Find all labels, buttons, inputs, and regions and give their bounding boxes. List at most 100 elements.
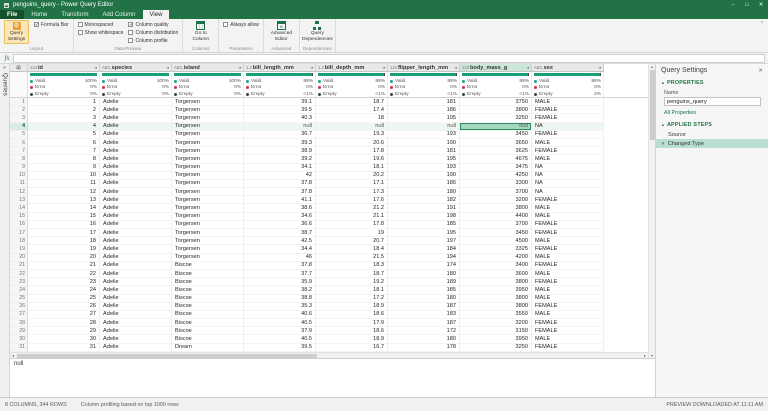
cell-sex[interactable]: MALE — [532, 155, 604, 163]
cell-bill-length-mm[interactable]: 38.8 — [244, 295, 316, 303]
cell-bill-length-mm[interactable]: 39.5 — [244, 106, 316, 114]
filter-dropdown-icon[interactable]: ▾ — [527, 65, 529, 70]
cell-id[interactable]: 19 — [28, 245, 100, 253]
cell-flipper-length-mm[interactable]: 180 — [388, 295, 460, 303]
cell-body-mass-g[interactable]: 3475 — [460, 164, 532, 172]
status-profiling[interactable]: Column profiling based on top 1000 rows — [81, 402, 179, 408]
filter-dropdown-icon[interactable]: ▾ — [383, 65, 385, 70]
cell-id[interactable]: 10 — [28, 172, 100, 180]
row-number[interactable]: 7 — [10, 147, 28, 155]
cell-bill-depth-mm[interactable]: 18.4 — [316, 245, 388, 253]
cell-flipper-length-mm[interactable]: 186 — [388, 180, 460, 188]
tab-home[interactable]: Home — [24, 10, 54, 19]
row-number[interactable]: 9 — [10, 164, 28, 172]
cell-bill-length-mm[interactable]: 41.1 — [244, 196, 316, 204]
cell-flipper-length-mm[interactable]: 181 — [388, 147, 460, 155]
cell-species[interactable]: Adelie — [100, 106, 172, 114]
cell-species[interactable]: Adelie — [100, 229, 172, 237]
row-number[interactable]: 15 — [10, 213, 28, 221]
filter-dropdown-icon[interactable]: ▾ — [167, 65, 169, 70]
cell-id[interactable]: 2 — [28, 106, 100, 114]
cell-bill-depth-mm[interactable]: 18.9 — [316, 335, 388, 343]
cell-sex[interactable]: FEMALE — [532, 106, 604, 114]
cell-species[interactable]: Adelie — [100, 114, 172, 122]
cell-island[interactable]: Torgersen — [172, 139, 244, 147]
cell-bill-depth-mm[interactable]: 18.1 — [316, 164, 388, 172]
cell-bill-depth-mm[interactable]: 18 — [316, 114, 388, 122]
cell-species[interactable]: Adelie — [100, 311, 172, 319]
cell-bill-depth-mm[interactable]: 20.2 — [316, 172, 388, 180]
cell-body-mass-g[interactable]: 3650 — [460, 139, 532, 147]
row-number[interactable]: 25 — [10, 295, 28, 303]
row-number[interactable]: 8 — [10, 155, 28, 163]
cell-bill-length-mm[interactable]: null — [244, 123, 316, 131]
cell-body-mass-g[interactable]: 3450 — [460, 229, 532, 237]
cell-species[interactable]: Adelie — [100, 262, 172, 270]
cell-body-mass-g[interactable]: 3950 — [460, 335, 532, 343]
cell-id[interactable]: 24 — [28, 286, 100, 294]
cell-flipper-length-mm[interactable]: 183 — [388, 311, 460, 319]
tab-transform[interactable]: Transform — [54, 10, 95, 19]
cell-body-mass-g[interactable]: 3800 — [460, 303, 532, 311]
cell-bill-depth-mm[interactable]: 17.9 — [316, 319, 388, 327]
cell-sex[interactable]: FEMALE — [532, 303, 604, 311]
column-header-bill-depth-mm[interactable]: 1.2bill_depth_mm▾ — [316, 64, 388, 72]
column-header-flipper-length-mm[interactable]: 123flipper_length_mm▾ — [388, 64, 460, 72]
cell-island[interactable]: Torgersen — [172, 172, 244, 180]
row-number[interactable]: 5 — [10, 131, 28, 139]
cell-sex[interactable]: FEMALE — [532, 229, 604, 237]
cell-island[interactable]: Torgersen — [172, 245, 244, 253]
row-number[interactable]: 1 — [10, 98, 28, 106]
row-number[interactable]: 19 — [10, 245, 28, 253]
cell-bill-depth-mm[interactable]: 17.4 — [316, 106, 388, 114]
cell-island[interactable]: Biscoe — [172, 262, 244, 270]
cell-id[interactable]: 7 — [28, 147, 100, 155]
cell-bill-length-mm[interactable]: 42 — [244, 172, 316, 180]
cell-id[interactable]: 14 — [28, 204, 100, 212]
cell-island[interactable]: Biscoe — [172, 286, 244, 294]
cell-species[interactable]: Adelie — [100, 98, 172, 106]
row-number[interactable]: 26 — [10, 303, 28, 311]
delete-step-icon[interactable]: ✕ — [661, 141, 665, 147]
cell-bill-length-mm[interactable]: 37.8 — [244, 188, 316, 196]
cell-species[interactable]: Adelie — [100, 278, 172, 286]
cell-bill-length-mm[interactable]: 34.1 — [244, 164, 316, 172]
cell-flipper-length-mm[interactable]: 174 — [388, 262, 460, 270]
checkbox-formula-bar[interactable]: ✓Formula Bar — [34, 21, 69, 28]
vertical-scrollbar-thumb[interactable] — [650, 70, 655, 140]
cell-id[interactable]: 18 — [28, 237, 100, 245]
cell-island[interactable]: Biscoe — [172, 319, 244, 327]
formula-input[interactable] — [13, 54, 765, 63]
cell-bill-length-mm[interactable]: 38.7 — [244, 229, 316, 237]
cell-bill-length-mm[interactable]: 39.2 — [244, 155, 316, 163]
cell-island[interactable]: Biscoe — [172, 303, 244, 311]
cell-sex[interactable]: MALE — [532, 139, 604, 147]
properties-section-header[interactable]: ▲ PROPERTIES — [656, 76, 768, 87]
cell-bill-depth-mm[interactable]: 17.8 — [316, 221, 388, 229]
horizontal-scrollbar-thumb[interactable] — [17, 354, 317, 358]
close-button[interactable]: ✕ — [754, 0, 768, 10]
cell-bill-length-mm[interactable]: 36.6 — [244, 221, 316, 229]
cell-id[interactable]: 15 — [28, 213, 100, 221]
cell-island[interactable]: Biscoe — [172, 335, 244, 343]
cell-island[interactable]: Torgersen — [172, 98, 244, 106]
query-dependencies-button[interactable]: Query Dependencies — [304, 20, 331, 43]
checkbox-column-distribution[interactable]: Column distribution — [128, 29, 178, 36]
cell-id[interactable]: 31 — [28, 344, 100, 352]
cell-bill-length-mm[interactable]: 39.3 — [244, 139, 316, 147]
row-number[interactable]: 20 — [10, 254, 28, 262]
cell-sex[interactable]: MALE — [532, 254, 604, 262]
cell-bill-depth-mm[interactable]: 17.1 — [316, 180, 388, 188]
cell-flipper-length-mm[interactable]: 187 — [388, 303, 460, 311]
cell-island[interactable]: Torgersen — [172, 196, 244, 204]
cell-sex[interactable]: FEMALE — [532, 327, 604, 335]
cell-species[interactable]: Adelie — [100, 196, 172, 204]
cell-sex[interactable]: MALE — [532, 204, 604, 212]
cell-bill-length-mm[interactable]: 40.3 — [244, 114, 316, 122]
cell-sex[interactable]: NA — [532, 123, 604, 131]
cell-bill-length-mm[interactable]: 37.8 — [244, 262, 316, 270]
cell-island[interactable]: Torgersen — [172, 229, 244, 237]
cell-bill-length-mm[interactable]: 46 — [244, 254, 316, 262]
cell-island[interactable]: Torgersen — [172, 237, 244, 245]
row-number[interactable]: 27 — [10, 311, 28, 319]
